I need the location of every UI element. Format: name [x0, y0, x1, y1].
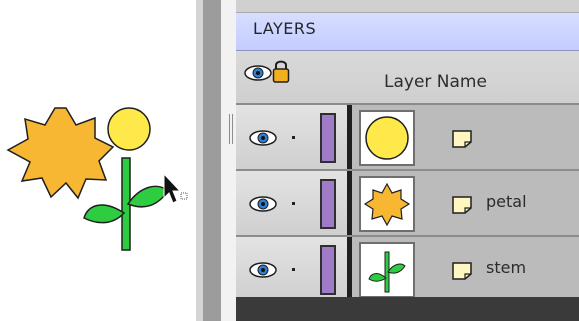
petal-shape[interactable]	[6, 107, 115, 200]
splitter-edge	[196, 0, 203, 321]
arrow-cursor-icon	[163, 172, 188, 204]
lock-icon[interactable]	[272, 58, 290, 84]
layer-thumbnail	[359, 110, 415, 166]
layer-name-label[interactable]: petal	[486, 192, 527, 211]
eye-icon[interactable]	[243, 62, 273, 84]
layer-row[interactable]: petal	[236, 171, 579, 237]
eye-icon[interactable]	[248, 194, 278, 214]
drawing-canvas[interactable]	[0, 0, 196, 321]
splitter-edge	[221, 0, 236, 321]
canvas-artwork[interactable]	[0, 0, 196, 321]
lock-toggle-dot[interactable]	[292, 136, 295, 139]
layer-color-swatch[interactable]	[320, 179, 336, 229]
layers-panel: LAYERS Layer Name petal stem	[236, 0, 579, 321]
layer-row[interactable]	[236, 105, 579, 171]
layer-row[interactable]: stem	[236, 237, 579, 303]
layer-color-swatch[interactable]	[320, 113, 336, 163]
panel-bottom-bar	[236, 297, 579, 321]
layer-name-column-header[interactable]: Layer Name	[384, 72, 487, 92]
lock-toggle-dot[interactable]	[292, 268, 295, 271]
layer-color-swatch[interactable]	[320, 245, 336, 295]
splitter-grip-handle[interactable]	[229, 114, 233, 144]
layer-thumbnail	[359, 176, 415, 232]
layer-type-icon	[452, 262, 472, 280]
eye-icon[interactable]	[248, 260, 278, 280]
circle-shape[interactable]	[107, 107, 151, 151]
eye-icon[interactable]	[248, 128, 278, 148]
splitter-bar[interactable]	[203, 0, 221, 321]
layer-type-icon	[452, 196, 472, 214]
layer-type-icon	[452, 130, 472, 148]
layer-name-label[interactable]: stem	[486, 258, 526, 277]
layers-panel-title: LAYERS	[253, 19, 317, 38]
lock-toggle-dot[interactable]	[292, 202, 295, 205]
panel-top-strip	[236, 0, 579, 13]
layer-thumbnail	[359, 242, 415, 298]
